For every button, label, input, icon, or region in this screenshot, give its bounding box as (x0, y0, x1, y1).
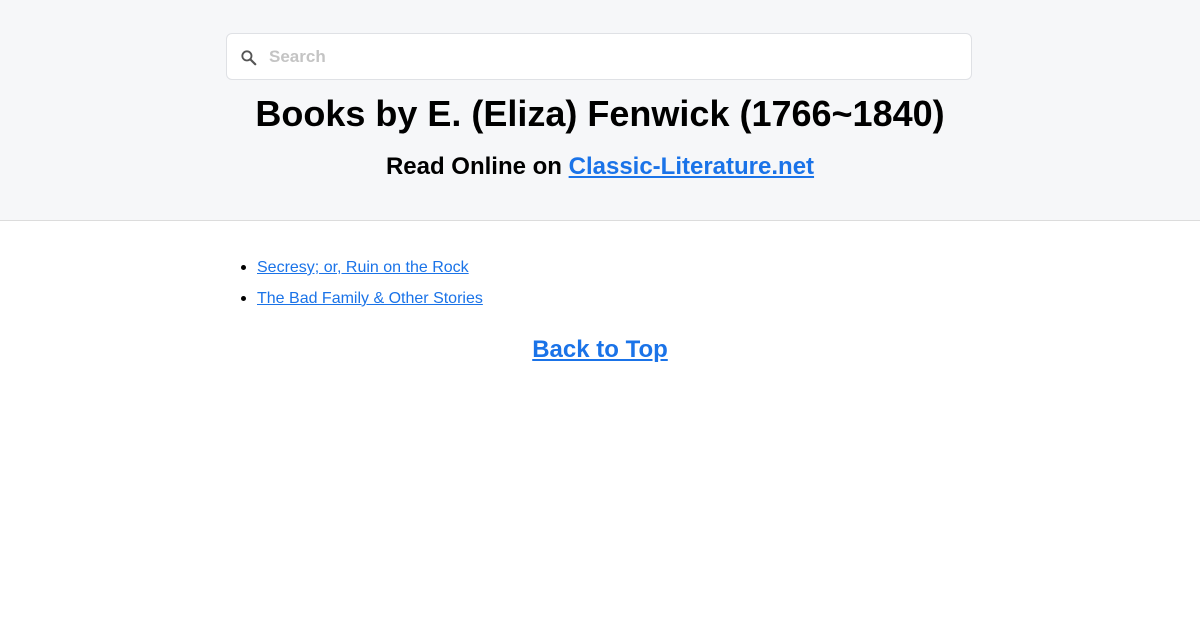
site-link[interactable]: Classic-Literature.net (569, 153, 814, 180)
book-link-bad-family[interactable]: The Bad Family & Other Stories (257, 290, 483, 307)
book-link-secresy[interactable]: Secresy; or, Ruin on the Rock (257, 259, 469, 276)
subtitle-prefix: Read Online on (385, 153, 569, 180)
page-subtitle: Read Online on Classic-Literature.net (0, 151, 1200, 183)
back-to-top-link[interactable]: Back to Top (532, 336, 668, 363)
search-box[interactable] (226, 33, 972, 80)
back-to-top-container: Back to Top (0, 334, 1200, 366)
list-item: Secresy; or, Ruin on the Rock (241, 252, 483, 283)
list-item: The Bad Family & Other Stories (241, 283, 483, 314)
page-header: Books by E. (Eliza) Fenwick (1766~1840) … (0, 0, 1200, 221)
search-input[interactable] (269, 34, 959, 79)
book-list: Secresy; or, Ruin on the Rock The Bad Fa… (241, 252, 483, 314)
search-icon (239, 48, 259, 68)
page-title: Books by E. (Eliza) Fenwick (1766~1840) (255, 93, 945, 134)
